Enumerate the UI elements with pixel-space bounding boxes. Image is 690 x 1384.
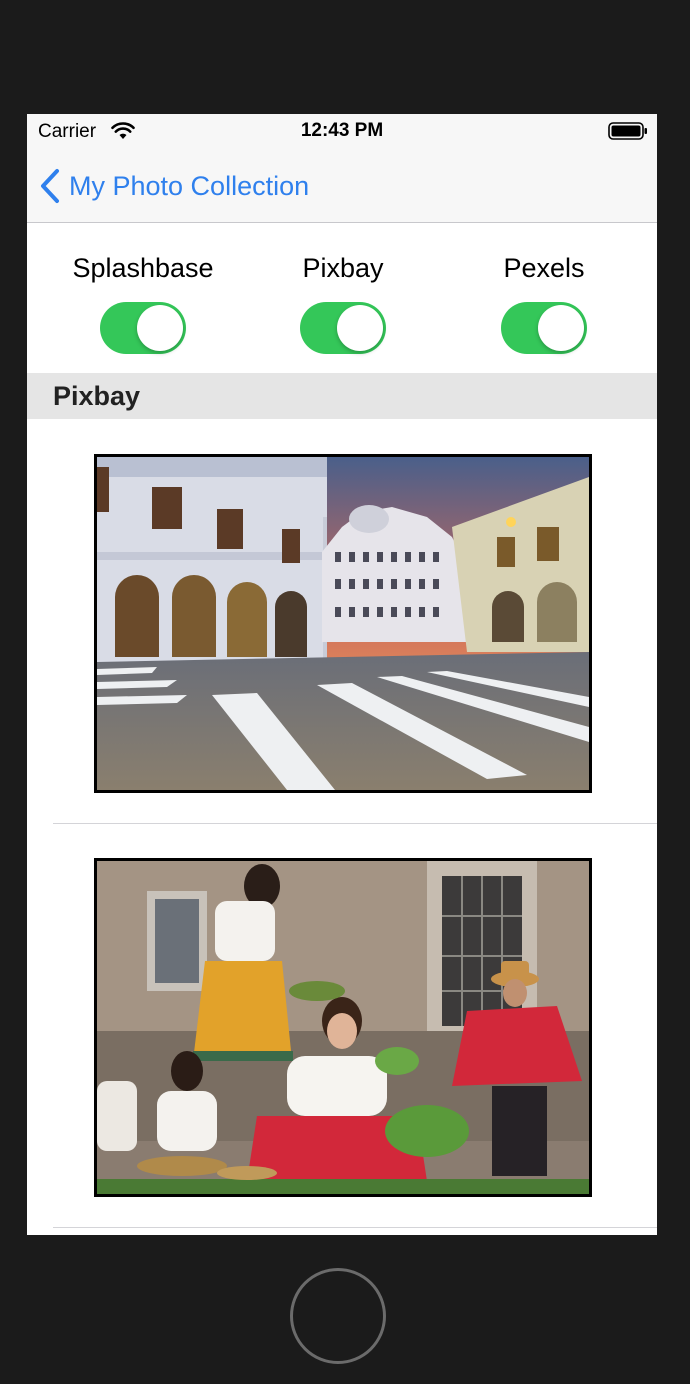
navigation-bar: My Photo Collection xyxy=(27,150,657,223)
toggle-label-pexels: Pexels xyxy=(503,253,585,283)
street-scene-image xyxy=(97,457,589,790)
cell-separator xyxy=(53,1227,657,1228)
battery-icon xyxy=(608,122,647,140)
back-button-label: My Photo Collection xyxy=(69,170,310,201)
toggle-label-pixbay: Pixbay xyxy=(302,253,384,283)
festival-parade-image xyxy=(97,861,589,1194)
chevron-left-icon xyxy=(41,169,59,203)
home-button[interactable] xyxy=(290,1268,386,1364)
section-title: Pixbay xyxy=(53,381,141,411)
status-time: 12:43 PM xyxy=(300,120,384,141)
switch-pexels[interactable] xyxy=(501,302,587,354)
photo-cell[interactable] xyxy=(27,824,657,1228)
switch-knob xyxy=(337,305,383,351)
switch-knob xyxy=(137,305,183,351)
back-button[interactable]: My Photo Collection xyxy=(39,164,309,208)
app-screen: Carrier 12:43 PM My Photo Collection Spl… xyxy=(27,114,657,1235)
toggle-label-splashbase: Splashbase xyxy=(72,253,214,283)
switch-splashbase[interactable] xyxy=(100,302,186,354)
photo-thumbnail[interactable] xyxy=(94,858,592,1197)
source-toggle-row: Splashbase Pixbay Pexels xyxy=(27,223,657,373)
section-header: Pixbay xyxy=(27,373,657,419)
switch-knob xyxy=(538,305,584,351)
toggle-pixbay: Pixbay xyxy=(243,223,443,359)
switch-pixbay[interactable] xyxy=(300,302,386,354)
photo-thumbnail[interactable] xyxy=(94,454,592,793)
toggle-pexels: Pexels xyxy=(444,223,644,359)
toggle-splashbase: Splashbase xyxy=(43,223,243,359)
photo-cell[interactable] xyxy=(27,420,657,824)
status-bar: Carrier 12:43 PM xyxy=(27,114,657,150)
